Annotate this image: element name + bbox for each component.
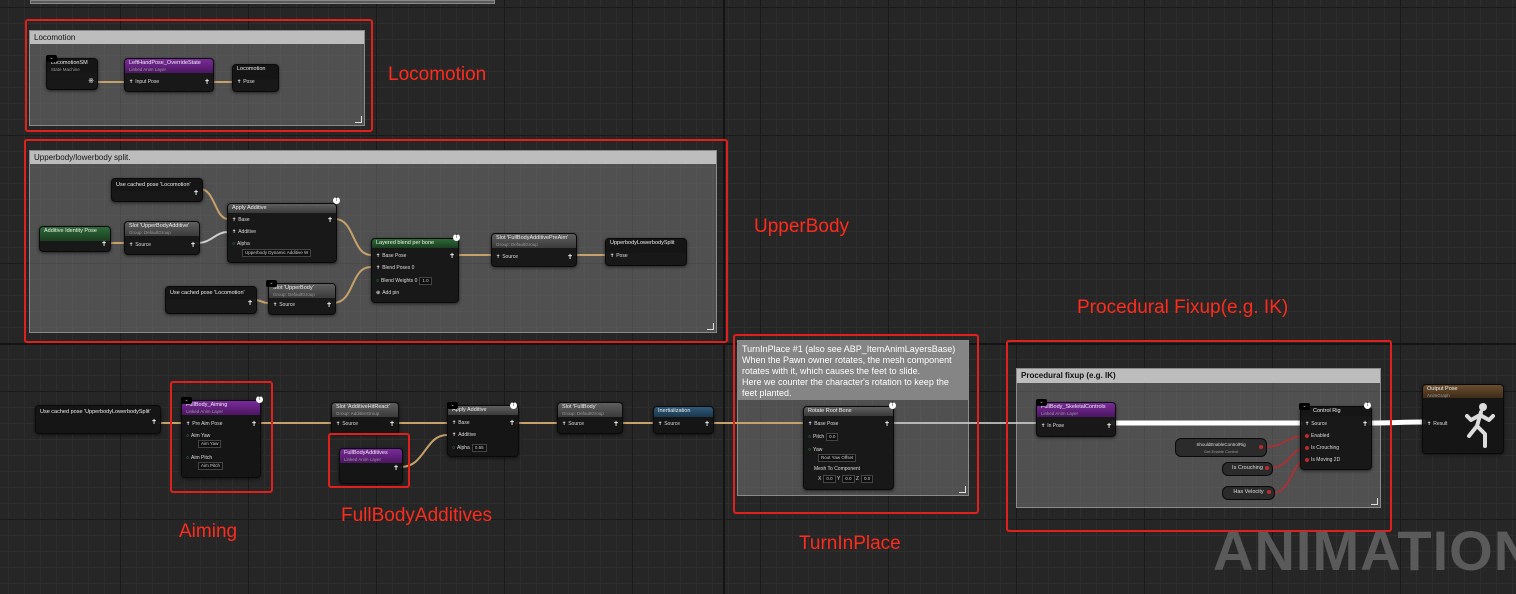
collapse-chevron-icon[interactable]: ⌄ (447, 402, 458, 409)
highlight-procedural (1006, 340, 1392, 532)
input-pin-alpha[interactable]: ○ Alpha 0.65 (452, 444, 487, 452)
node-title: Inertialization (658, 408, 691, 414)
annotation-upperbody: UpperBody (754, 216, 850, 237)
node-cached-upper-lower-split[interactable]: Use cached pose 'UpperbodyLowerbodySplit… (35, 405, 161, 434)
node-apply-additive-2[interactable]: Apply Additive ✝ Base ✝ Additive ○ Alpha 0.6… (447, 405, 519, 457)
input-pin-base[interactable]: ✝ Base (452, 420, 470, 426)
highlight-aiming (170, 381, 273, 493)
output-pin-icon[interactable]: ✝ (509, 419, 515, 427)
node-info-icon[interactable]: ⇡ (510, 402, 517, 409)
node-inertialization[interactable]: Inertialization ✝ Source ✝ (653, 406, 714, 434)
output-pin-icon[interactable]: ✝ (613, 420, 619, 428)
input-pin-result[interactable]: ✝ Result (1427, 421, 1447, 427)
pose-pin-icon: ✝ (562, 421, 567, 427)
pose-pin-icon: ✝ (452, 420, 457, 426)
annotation-turninplace: TurnInPlace (799, 533, 901, 554)
node-title: Slot 'AdditiveHitReact' (336, 404, 390, 410)
input-pin[interactable]: ✝ Source (658, 421, 680, 427)
output-pin-icon[interactable]: ✝ (704, 420, 710, 428)
float-pin-icon: ○ (452, 445, 456, 451)
output-pin-icon[interactable]: ✝ (389, 420, 395, 428)
annotation-aiming: Aiming (179, 521, 238, 542)
node-title: Output Pose (1427, 386, 1458, 392)
node-title: Use cached pose 'UpperbodyLowerbodySplit… (40, 409, 151, 415)
input-pin[interactable]: ✝ Source (336, 421, 358, 427)
highlight-locomotion (25, 19, 373, 132)
node-subtitle: AnimGraph (1427, 392, 1450, 398)
node-slot-fullbody[interactable]: Slot 'FullBody' Group: DefaultGroup ✝ Sour… (557, 402, 623, 434)
input-pin-additive[interactable]: ✝ Additive (452, 432, 476, 438)
highlight-fullbody-additives (328, 433, 410, 488)
node-subtitle: Group: AdditiveGroup (336, 410, 380, 416)
pose-pin-icon: ✝ (1427, 421, 1432, 427)
pose-pin-icon: ✝ (452, 432, 457, 438)
input-pin[interactable]: ✝ Source (562, 421, 584, 427)
annotation-fullbody-additives: FullBodyAdditives (341, 505, 493, 526)
highlight-turninplace (733, 334, 979, 514)
node-output-pose[interactable]: Output Pose AnimGraph ✝ Result (1422, 384, 1504, 454)
pose-pin-icon: ✝ (658, 421, 663, 427)
graph-watermark: ANIMATION (1213, 519, 1516, 582)
highlight-upperbody (24, 139, 728, 343)
annotation-locomotion: Locomotion (388, 64, 487, 85)
running-mannequin-icon (1465, 403, 1495, 448)
node-subtitle: Group: DefaultGroup (562, 410, 604, 416)
node-title: Slot 'FullBody' (562, 404, 597, 410)
annotation-procedural: Procedural Fixup(e.g. IK) (1077, 297, 1289, 318)
output-pin-icon[interactable]: ✝ (151, 418, 157, 426)
node-slot-additive-hitreact[interactable]: Slot 'AdditiveHitReact' Group: AdditiveGr… (331, 402, 399, 434)
pose-pin-icon: ✝ (336, 421, 341, 427)
